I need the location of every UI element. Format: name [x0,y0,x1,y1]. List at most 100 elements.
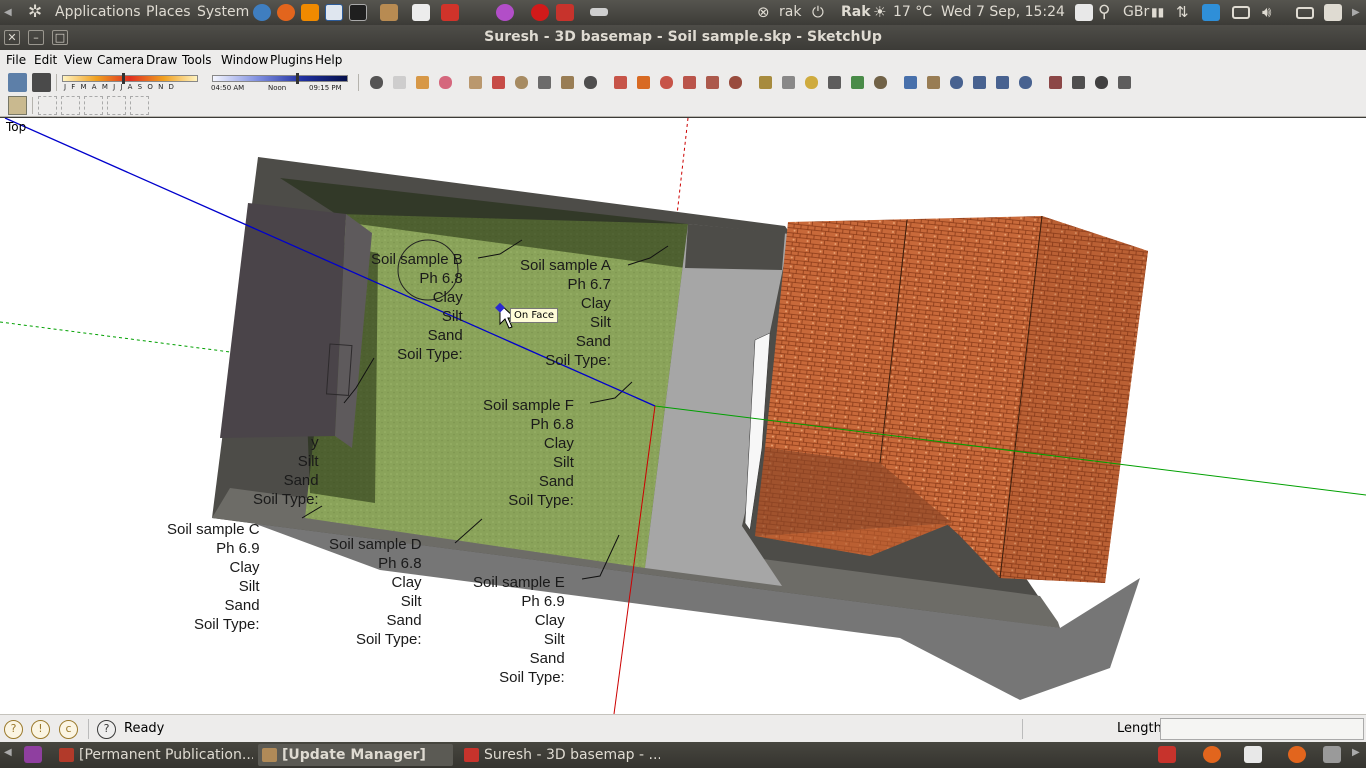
remote-desktop-icon[interactable] [325,4,343,21]
user-icon[interactable]: c [59,720,78,739]
follow-me-tool-icon[interactable] [683,76,696,89]
menu-draw[interactable]: Draw [146,53,177,67]
paint-bucket-tool-icon[interactable] [416,76,429,89]
soil-label-d[interactable]: Soil sample D Ph 6.8 Clay Silt Sand Soil… [329,535,422,649]
push-pull-tool-icon[interactable] [637,76,650,89]
panel-left-arrow-icon[interactable]: ◀ [4,0,12,25]
panel-right-arrow-icon[interactable]: ▶ [1352,0,1360,25]
sketchup-icon[interactable] [556,4,574,21]
geo-location-icon[interactable]: ? [4,720,23,739]
help-icon[interactable]: ? [97,720,116,739]
soil-label-f[interactable]: Soil sample F Ph 6.8 Clay Silt Sand Soil… [483,396,574,510]
circle-tool-icon[interactable] [515,76,528,89]
outliner-icon[interactable] [107,96,126,115]
explode-icon[interactable] [84,96,103,115]
panel-right-arrow-icon[interactable]: ▶ [1352,747,1360,758]
task-sketchup[interactable]: Suresh - 3D basemap - ... [460,744,660,766]
soil-label-c[interactable]: Soil sample C Ph 6.9 Clay Silt Sand Soil… [167,520,260,634]
zoom-window-tool-icon[interactable] [973,76,986,89]
disk-icon[interactable] [496,4,514,21]
menu-help[interactable]: Help [315,53,342,67]
power-icon[interactable]: ⊗ [757,0,770,25]
firefox-icon[interactable] [277,4,295,21]
soil-label-b[interactable]: Soil sample B Ph 6.8 Clay Silt Sand Soil… [371,250,463,364]
weather-location[interactable]: Rak [841,0,871,25]
rectangle-tool-icon[interactable] [469,76,482,89]
drawing-viewport[interactable]: Top Soil sample A Ph 6.7 Clay Silt Sand … [0,118,1366,714]
menu-camera[interactable]: Camera [97,53,144,67]
shutdown-icon[interactable]: ⏻ [812,0,824,25]
dimension-tool-icon[interactable] [782,76,795,89]
intersect-icon[interactable] [130,96,149,115]
menu-system[interactable]: System [197,0,249,25]
pan-tool-icon[interactable] [927,76,940,89]
make-component-icon[interactable] [61,96,80,115]
scanner-icon[interactable] [590,8,608,16]
clock[interactable]: Wed 7 Sep, 15:24 [941,0,1065,25]
measurement-input[interactable] [1160,718,1364,740]
look-around-tool-icon[interactable] [1072,76,1085,89]
scale-tool-icon[interactable] [706,76,719,89]
show-desktop-icon[interactable] [24,746,42,763]
previous-view-tool-icon[interactable] [1019,76,1032,89]
make-group-icon[interactable] [38,96,57,115]
offset-tool-icon[interactable] [729,76,742,89]
line-tool-icon[interactable] [492,76,505,89]
menu-plugins[interactable]: Plugins [270,53,313,67]
firefox-icon[interactable] [253,4,271,21]
section-plane-tool-icon[interactable] [1118,76,1131,89]
eraser-tool-icon[interactable] [393,76,406,89]
text-editor-icon[interactable] [412,4,430,21]
layer-manager-icon[interactable] [8,96,27,115]
mail-icon[interactable] [1296,7,1314,19]
sketchup-icon[interactable] [1158,746,1176,763]
walk-tool-icon[interactable] [1095,76,1108,89]
screenshot-icon[interactable] [441,4,459,21]
vlc-icon[interactable] [301,4,319,21]
zoom-extents-tool-icon[interactable] [996,76,1009,89]
eraser-tool-icon[interactable] [439,76,452,89]
document-icon[interactable] [1244,746,1262,763]
menu-file[interactable]: File [6,53,26,67]
protractor-tool-icon[interactable] [805,76,818,89]
text-tool-icon[interactable] [828,76,841,89]
user-name[interactable]: rak [779,0,801,25]
panel-left-arrow-icon[interactable]: ◀ [4,747,12,758]
orbit-tool-icon[interactable] [904,76,917,89]
trash-icon[interactable] [1323,746,1341,763]
notes-icon[interactable] [1075,4,1093,21]
position-camera-tool-icon[interactable] [1049,76,1062,89]
soil-label-hidden[interactable]: y Silt Sand Soil Type: [253,433,319,509]
axes-tool-icon[interactable] [851,76,864,89]
temperature[interactable]: 17 °C [893,0,932,25]
soil-label-e[interactable]: Soil sample E Ph 6.9 Clay Silt Sand Soil… [473,573,565,687]
select-tool-icon[interactable] [370,76,383,89]
menu-view[interactable]: View [64,53,92,67]
credits-icon[interactable]: ! [31,720,50,739]
polygon-tool-icon[interactable] [561,76,574,89]
freehand-tool-icon[interactable] [584,76,597,89]
menu-edit[interactable]: Edit [34,53,57,67]
lock-icon[interactable] [1324,4,1342,21]
opera-icon[interactable] [531,4,549,21]
rotate-tool-icon[interactable] [660,76,673,89]
terminal-icon[interactable] [349,4,367,21]
dropbox-icon[interactable] [1202,4,1220,21]
3d-text-tool-icon[interactable] [874,76,887,89]
task-pdf[interactable]: [Permanent Publication... [55,744,253,766]
move-tool-icon[interactable] [614,76,627,89]
menu-window[interactable]: Window [221,53,268,67]
ubuntu-logo-icon[interactable]: ✲ [28,0,42,25]
keyboard-layout[interactable]: GBr [1123,0,1149,25]
monitor-icon[interactable] [1232,6,1250,19]
search-icon[interactable]: ⚲ [1098,0,1110,25]
package-icon[interactable] [380,4,398,21]
window-title-bar[interactable]: ✕ – □ Suresh - 3D basemap - Soil sample.… [0,25,1366,50]
tape-measure-tool-icon[interactable] [759,76,772,89]
menu-applications[interactable]: Applications [55,0,141,25]
task-update-manager[interactable]: [Update Manager] [258,744,453,766]
firefox-icon[interactable] [1288,746,1306,763]
arc-tool-icon[interactable] [538,76,551,89]
volume-icon[interactable]: 🔊︎ [1262,0,1271,25]
network-icon[interactable]: ⇅ [1176,0,1189,25]
